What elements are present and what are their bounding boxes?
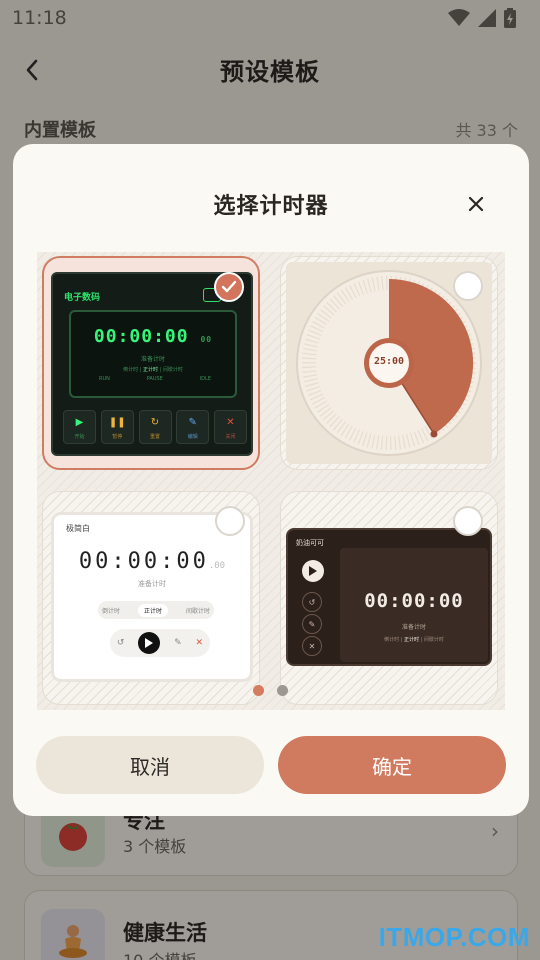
preview-name: 奶油可可 <box>296 539 324 547</box>
preview-modes: 倒计时 | 正计时 | 间歇计时 <box>123 367 183 373</box>
timer-option-analog[interactable]: 25:00 <box>280 256 498 470</box>
preview-controls: ↺ ✎ ✕ <box>110 629 210 657</box>
reset-icon: ↺ <box>302 592 322 612</box>
confirm-button[interactable]: 确定 <box>278 736 506 794</box>
play-icon: ▶ 开始 <box>63 410 96 444</box>
edit-icon: ✎ <box>302 614 322 634</box>
digital-display: 00:00:00 00 准备计时 倒计时 | 正计时 | 间歇计时 RUN PAU… <box>69 310 237 398</box>
close-icon: ✕ <box>302 636 322 656</box>
preview-modes: 倒计时 | 正计时 | 间歇计时 <box>384 637 444 643</box>
page-indicator-dot[interactable] <box>277 685 288 696</box>
cancel-button[interactable]: 取消 <box>36 736 264 794</box>
preview-status: 准备计时 <box>140 356 165 363</box>
close-icon: ✕ 关闭 <box>214 410 247 444</box>
radio-unchecked-icon <box>215 506 245 536</box>
preview-status: 准备计时 <box>138 580 166 588</box>
preview-side-controls: ↺ ✎ ✕ <box>294 554 332 662</box>
preview-time: 25:00 <box>373 356 405 367</box>
play-icon <box>302 560 324 582</box>
reset-icon: ↻ 重置 <box>138 410 172 444</box>
close-button[interactable] <box>463 191 489 217</box>
close-icon: ✕ <box>195 638 204 648</box>
preview-name: 电子数码 <box>64 293 101 303</box>
cocoa-display: 00:00:00 准备计时 倒计时 | 正计时 | 间歇计时 <box>340 548 488 662</box>
play-icon <box>138 632 161 654</box>
preview-controls: ▶ 开始 ❚❚ 暂停 ↻ 重置 ✎ 编辑 ✕ 关闭 <box>63 410 247 446</box>
preview-modes: 倒计时 正计时 间歇计时 <box>98 601 214 619</box>
preview-name: 极简白 <box>66 524 90 533</box>
preview-time: 00:00:00 00 <box>93 326 213 347</box>
edit-icon: ✎ 编辑 <box>176 410 210 444</box>
preview-time: 00:00:00.00 <box>78 549 226 574</box>
dialog-title: 选择计时器 <box>213 194 329 219</box>
preview-status: 准备计时 <box>401 624 426 631</box>
status-indicators: RUN PAUSE IDLE <box>99 376 211 382</box>
watermark: ITMOP.COM <box>378 922 530 952</box>
radio-unchecked-icon <box>453 506 483 536</box>
timer-picker-dialog: 选择计时器 电子数码 00:00:00 00 准备计时 倒计时 | 正计时 | … <box>13 144 529 816</box>
close-icon <box>469 197 483 211</box>
edit-icon: ✎ <box>174 638 182 648</box>
reset-icon: ↺ <box>116 638 125 648</box>
timer-option-minimal[interactable]: 极简白 00:00:00.00 准备计时 倒计时 正计时 间歇计时 ↺ ✎ ✕ <box>42 491 260 705</box>
preview-time: 00:00:00 <box>364 590 464 612</box>
timer-option-digital[interactable]: 电子数码 00:00:00 00 准备计时 倒计时 | 正计时 | 间歇计时 R… <box>42 256 260 470</box>
checkmark-icon <box>214 272 244 302</box>
timer-option-cocoa[interactable]: 奶油可可 ↺ ✎ ✕ 00:00:00 准备计时 倒计时 | 正计时 | 间歇计… <box>280 491 498 705</box>
minimal-timer-preview: 极简白 00:00:00.00 准备计时 倒计时 正计时 间歇计时 ↺ ✎ ✕ <box>51 512 253 682</box>
page-indicator-dot-active[interactable] <box>253 685 264 696</box>
cocoa-timer-preview: 奶油可可 ↺ ✎ ✕ 00:00:00 准备计时 倒计时 | 正计时 | 间歇计… <box>286 528 492 666</box>
radio-unchecked-icon <box>453 271 483 301</box>
pause-icon: ❚❚ 暂停 <box>100 410 134 444</box>
